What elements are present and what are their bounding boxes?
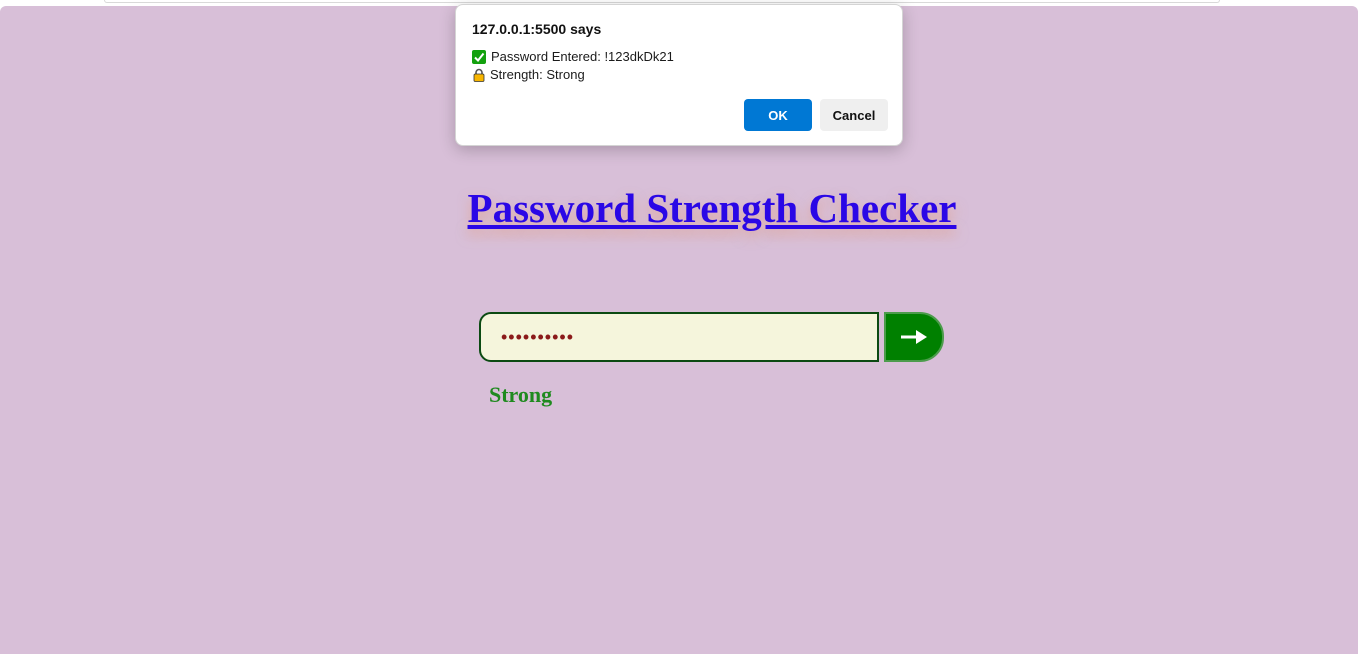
right-arrow-icon [901,330,927,344]
page-title[interactable]: Password Strength Checker [0,184,1358,232]
strength-result: Strong [489,382,553,407]
submit-button[interactable] [884,312,944,362]
alert-dialog: 127.0.0.1:5500 says Password Entered: !1… [455,4,903,146]
locked-padlock-icon [473,68,485,82]
ok-button[interactable]: OK [744,99,812,131]
password-entered-text: Password Entered: !123dkDk21 [491,49,674,64]
password-entered-line: Password Entered: !123dkDk21 [472,49,674,64]
strength-line-text: Strength: Strong [490,67,585,82]
dialog-origin-title: 127.0.0.1:5500 says [472,21,602,37]
address-bar-edge [104,0,1220,3]
cancel-button[interactable]: Cancel [820,99,888,131]
password-input[interactable] [479,312,879,362]
strength-line: Strength: Strong [472,67,585,82]
check-mark-button-icon [472,49,486,64]
